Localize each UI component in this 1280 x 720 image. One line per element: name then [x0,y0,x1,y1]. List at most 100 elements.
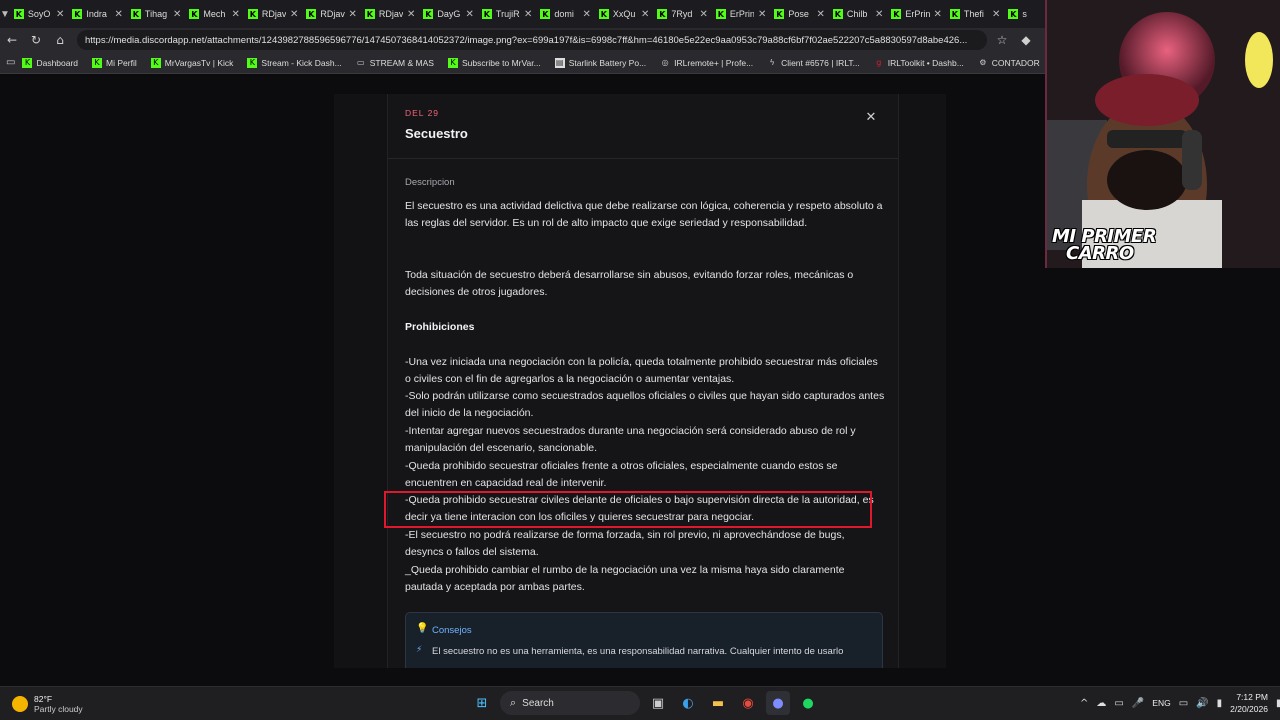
bolt-icon: ϟ [769,58,775,67]
tab-label: ErPrin [729,9,755,19]
close-tab-icon[interactable]: ✕ [115,9,123,20]
url-text: https://media.discordapp.net/attachments… [85,34,968,46]
tab-list-chevron-icon[interactable]: ▼ [0,0,10,28]
browser-tab[interactable]: K Indra ✕ [68,0,127,28]
tab-label: Chilb [846,9,868,19]
browser-nav-bar: ← ↻ ⌂ https://media.discordapp.net/attac… [0,28,1045,52]
kick-icon: K [598,9,609,19]
lightbulb-icon: 💡 [416,623,429,634]
kick-icon: K [891,9,902,19]
browser-tab[interactable]: K RDjav ✕ [361,0,420,28]
webcam-caption: MI PRIMER CARRO [1052,228,1157,264]
chrome-icon[interactable]: ◉ [736,691,760,715]
battery-icon[interactable]: ▮ [1217,698,1223,709]
page-icon: ▤ [554,57,565,68]
bookmark-item[interactable]: K Subscribe to MrVar... [441,57,548,68]
close-tab-icon[interactable]: ✕ [934,9,942,20]
bookmark-item[interactable]: ◎ IRLremote+ | Profe... [653,58,760,68]
tray-overflow-icon[interactable]: ^ [1080,698,1088,709]
kick-icon: K [189,9,200,19]
browser-tab[interactable]: K RDjav ✕ [244,0,303,28]
tab-label: RDjav [261,9,287,19]
close-tab-icon[interactable]: ✕ [407,9,415,20]
browser-tab[interactable]: K RDjav ✕ [302,0,361,28]
caption-line-2: CARRO [1066,243,1134,264]
browser-tab[interactable]: K Tihag ✕ [127,0,186,28]
clock[interactable]: 7:12 PM 2/20/2026 [1230,691,1268,715]
browser-tab[interactable]: K 7Ryd ✕ [653,0,712,28]
description-paragraph-1: El secuestro es una actividad delictiva … [405,200,883,230]
browser-tab[interactable]: Ks✕ [1004,0,1045,28]
kick-icon: K [247,9,258,19]
close-tab-icon[interactable]: ✕ [875,9,883,20]
close-tab-icon[interactable]: ✕ [992,9,1000,20]
weather-widget[interactable]: 82°F Partly cloudy [12,694,83,714]
file-explorer-icon[interactable]: ▬ [706,691,730,715]
kick-icon: K [247,57,258,68]
close-tab-icon[interactable]: ✕ [700,9,708,20]
wifi-icon[interactable]: ▭ [1179,698,1188,709]
rule-item: -Intentar agregar nuevos secuestrados du… [405,425,856,455]
browser-tab[interactable]: K Thefi ✕ [946,0,1005,28]
browser-tab[interactable]: K ErPrin ✕ [712,0,771,28]
browser-tab[interactable]: K SoyO ✕ [10,0,69,28]
bookmark-item[interactable]: K Dashboard [15,57,85,68]
browser-tab[interactable]: K Chilb ✕ [829,0,888,28]
close-tab-icon[interactable]: ✕ [349,9,357,20]
kick-icon: K [657,9,668,19]
bookmark-item[interactable]: ⚙ CONTADOR [971,58,1045,68]
spotify-icon[interactable]: ● [796,691,820,715]
display-icon[interactable]: ▭ [1114,698,1123,709]
back-arrow-icon[interactable]: ← [0,28,24,52]
close-tab-icon[interactable]: ✕ [232,9,240,20]
close-tab-icon[interactable]: ✕ [173,9,181,20]
partly-cloudy-icon [12,696,28,712]
close-tab-icon[interactable]: ✕ [524,9,532,20]
bookmark-item[interactable]: K MrVargasTv | Kick [144,57,241,68]
close-tab-icon[interactable]: ✕ [817,9,825,20]
close-tab-icon[interactable]: ✕ [583,9,591,20]
network-cloud-icon[interactable]: ☁ [1096,698,1106,709]
tab-label: RDjav [320,9,345,19]
bookmark-label: STREAM & MAS [369,57,434,68]
edge-icon[interactable]: ◐ [676,691,700,715]
kick-icon: K [774,9,785,19]
microphone-icon[interactable]: 🎤 [1132,698,1144,709]
close-tab-icon[interactable]: ✕ [758,9,766,20]
notification-icon[interactable]: ▮ [1276,698,1280,709]
kick-icon: K [540,9,551,19]
windows-start-icon[interactable]: ⊞ [470,691,494,715]
close-tab-icon[interactable]: ✕ [466,9,474,20]
close-tab-icon[interactable]: ✕ [641,9,649,20]
bookmark-item[interactable]: ϟ Client #6576 | IRLT... [760,58,867,68]
browser-tab[interactable]: K XxQu ✕ [595,0,654,28]
address-bar[interactable]: https://media.discordapp.net/attachments… [77,30,987,50]
browser-tab[interactable]: K Mech ✕ [185,0,244,28]
browser-tab[interactable]: K ErPrin ✕ [887,0,946,28]
windows-taskbar: 82°F Partly cloudy ⊞ ⌕ Search ▣ ◐ ▬ ◉ ● … [0,686,1280,720]
browser-tab[interactable]: K TrujiR ✕ [478,0,537,28]
extension-icon[interactable]: ◆ [1014,28,1038,52]
sidebar-toggle-icon[interactable]: ▭ [6,52,15,73]
close-tab-icon[interactable]: ✕ [290,9,298,20]
taskbar-search[interactable]: ⌕ Search [500,691,640,715]
star-icon[interactable]: ☆ [990,28,1014,52]
browser-tab[interactable]: Kdomi ✕ [536,0,595,28]
close-icon[interactable]: ✕ [864,110,878,125]
discord-icon[interactable]: ● [766,691,790,715]
g-icon: g [876,58,882,67]
bookmark-item[interactable]: K Stream - Kick Dash... [240,57,348,68]
bookmark-item[interactable]: ▭ STREAM & MAS [349,58,441,68]
rule-item: _Queda prohibido cambiar el rumbo de la … [405,564,845,594]
input-language[interactable]: ENG [1152,698,1170,708]
browser-tab[interactable]: K DayG ✕ [419,0,478,28]
bookmark-item[interactable]: g IRLToolkit • Dashb... [867,58,971,68]
volume-icon[interactable]: 🔊 [1196,698,1208,709]
browser-tab[interactable]: K Pose ✕ [770,0,829,28]
reload-icon[interactable]: ↻ [24,28,48,52]
home-icon[interactable]: ⌂ [48,28,72,52]
bookmark-item[interactable]: ▤ Starlink Battery Po... [548,57,653,68]
close-tab-icon[interactable]: ✕ [56,9,64,20]
bookmark-item[interactable]: K Mi Perfil [85,57,144,68]
task-view-icon[interactable]: ▣ [646,691,670,715]
